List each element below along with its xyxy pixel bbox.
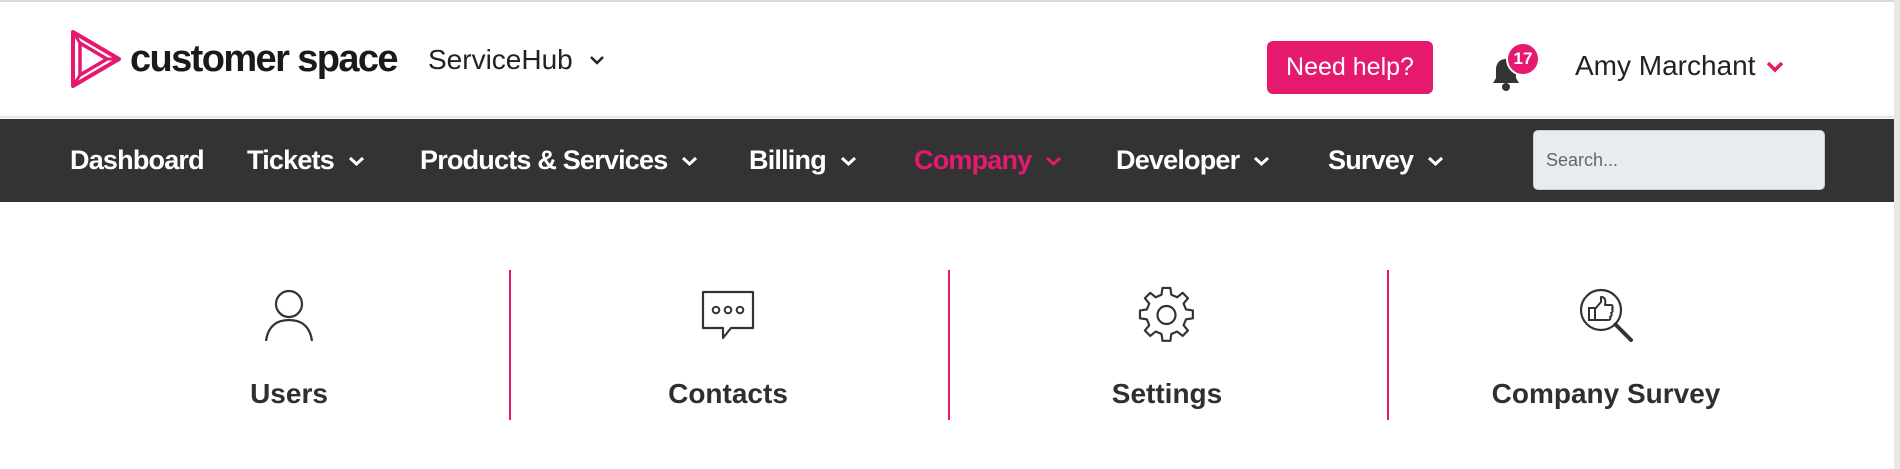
tile-contacts[interactable]: Contacts	[509, 268, 947, 422]
chevron-down-icon	[1254, 156, 1270, 166]
chevron-down-icon	[682, 156, 698, 166]
nav-item-dashboard[interactable]: Dashboard	[70, 119, 205, 202]
hub-switcher[interactable]: ServiceHub	[428, 44, 605, 76]
search-input[interactable]	[1533, 130, 1825, 190]
notification-badge: 17	[1506, 42, 1540, 76]
gear-icon	[1138, 286, 1194, 342]
user-name: Amy Marchant	[1575, 50, 1756, 81]
hub-label: ServiceHub	[428, 44, 573, 75]
nav-item-label: Dashboard	[70, 145, 205, 175]
chevron-down-icon	[1766, 61, 1783, 72]
nav-item-developer[interactable]: Developer	[1116, 119, 1270, 202]
chevron-down-icon	[1046, 156, 1062, 166]
tile-label: Users	[250, 378, 328, 409]
need-help-button[interactable]: Need help?	[1267, 41, 1433, 94]
page-scrollbar[interactable]	[1894, 0, 1900, 469]
nav-item-label: Billing	[749, 145, 827, 175]
tile-label: Company Survey	[1491, 378, 1721, 409]
tile-label: Contacts	[668, 378, 788, 409]
top-border	[0, 0, 1900, 6]
chevron-down-icon	[589, 56, 604, 65]
chevron-down-icon	[840, 156, 856, 166]
tile-users[interactable]: Users	[70, 268, 508, 422]
nav-item-label: Company	[914, 145, 1032, 175]
tile-settings[interactable]: Settings	[948, 268, 1386, 422]
logo-wordmark: customer space	[130, 37, 399, 80]
nav-item-billing[interactable]: Billing	[749, 119, 857, 202]
nav-item-company[interactable]: Company	[914, 119, 1062, 202]
nav-item-survey[interactable]: Survey	[1328, 119, 1444, 202]
logo-icon	[71, 30, 121, 88]
nav-item-label: Survey	[1328, 145, 1414, 175]
notifications-button[interactable]: 17	[1484, 42, 1540, 94]
brand-logo[interactable]: customer space	[70, 30, 399, 88]
nav-item-label: Products & Services	[420, 145, 668, 175]
tile-label: Settings	[1111, 378, 1223, 409]
nav-item-label: Developer	[1116, 145, 1240, 175]
tile-company-survey[interactable]: Company Survey	[1387, 268, 1825, 422]
nav-item-label: Tickets	[247, 145, 335, 175]
chat-bubble-icon	[701, 290, 755, 340]
user-icon	[264, 289, 314, 342]
chevron-down-icon	[1428, 156, 1444, 166]
nav-item-tickets[interactable]: Tickets	[247, 119, 365, 202]
site-header: customer space ServiceHub Need help? 17 …	[0, 8, 1894, 118]
chevron-down-icon	[348, 156, 364, 166]
user-menu[interactable]: Amy Marchant	[1575, 50, 1784, 82]
nav-item-products-services[interactable]: Products & Services	[420, 119, 698, 202]
survey-magnifier-icon	[1579, 288, 1633, 342]
main-nav: Dashboard Tickets Products & Services Bi…	[0, 119, 1894, 202]
